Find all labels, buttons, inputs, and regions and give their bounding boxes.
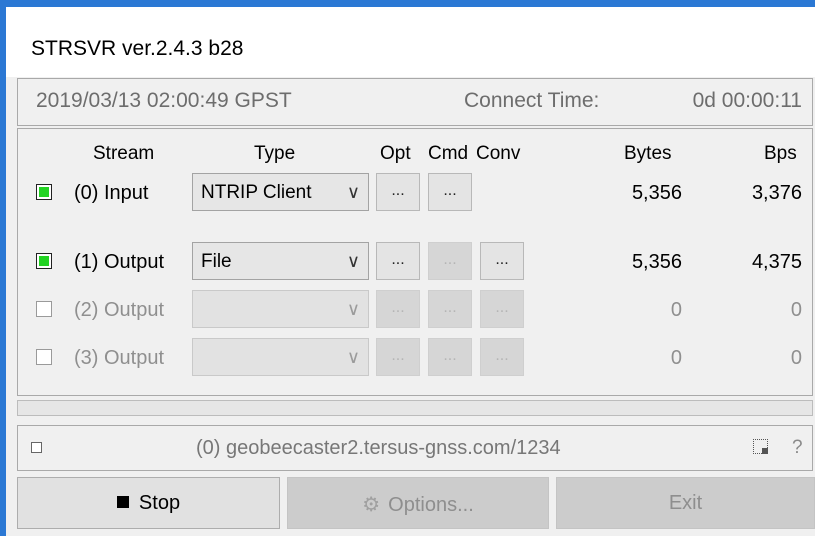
stop-button-label: Stop [138, 492, 181, 514]
chevron-down-icon: ∨ [346, 251, 360, 271]
header-bytes: Bytes [624, 143, 672, 164]
stream-2-cmd-button[interactable]: ... [428, 290, 472, 328]
header-bps: Bps [764, 143, 797, 164]
options-button[interactable]: ⚙ Options... [287, 477, 549, 529]
stream-row-output-2: (2) Output ∨ ... ... ... 0 0 [18, 290, 812, 334]
window-left-border [0, 0, 6, 536]
stream-2-bps: 0 [790, 299, 802, 321]
stream-0-type-value: NTRIP Client [201, 182, 312, 203]
stop-square-icon [116, 496, 129, 508]
stream-monitor-icon[interactable] [753, 439, 768, 454]
chevron-down-icon: ∨ [346, 182, 360, 202]
window-top-border [0, 0, 815, 7]
help-button[interactable]: ? [792, 437, 803, 459]
stream-1-bps: 4,375 [751, 251, 802, 273]
stream-3-cmd-button[interactable]: ... [428, 338, 472, 376]
stream-0-checkbox[interactable] [36, 184, 52, 200]
stream-1-opt-button[interactable]: ... [376, 242, 420, 280]
exit-button[interactable]: Exit [556, 477, 815, 529]
stream-1-checkbox[interactable] [36, 253, 52, 269]
header-cmd: Cmd [428, 143, 469, 164]
stream-2-bytes: 0 [670, 299, 682, 321]
stream-0-opt-button[interactable]: ... [376, 173, 420, 211]
streams-panel: Stream Type Opt Cmd Conv Bytes Bps (0) I… [17, 128, 813, 396]
stream-message: (0) geobeecaster2.tersus-gnss.com/1234 [196, 437, 561, 459]
exit-button-label: Exit [668, 492, 703, 514]
connect-time-label: Connect Time: [464, 89, 600, 112]
header-type: Type [254, 143, 296, 164]
stream-2-label[interactable]: (2) Output [74, 299, 164, 322]
options-button-label: Options... [388, 494, 474, 516]
stream-3-bps: 0 [790, 347, 802, 369]
chevron-down-icon: ∨ [346, 347, 360, 367]
stream-1-conv-button[interactable]: ... [480, 242, 524, 280]
header-stream: Stream [93, 143, 155, 164]
gear-icon: ⚙ [362, 494, 381, 516]
stream-0-label[interactable]: (0) Input [74, 182, 148, 205]
stream-3-bytes: 0 [670, 347, 682, 369]
stream-3-opt-button[interactable]: ... [376, 338, 420, 376]
header-opt: Opt [380, 143, 411, 164]
stream-3-type-select[interactable]: ∨ [192, 338, 369, 376]
title-bar[interactable]: STRSVR ver.2.4.3 b28 [6, 7, 815, 77]
stream-2-checkbox[interactable] [36, 301, 52, 317]
stream-1-type-select[interactable]: File ∨ [192, 242, 369, 280]
stream-1-label[interactable]: (1) Output [74, 251, 164, 274]
stream-0-type-select[interactable]: NTRIP Client ∨ [192, 173, 369, 211]
connect-time-value: 0d 00:00:11 [692, 89, 802, 112]
current-time: 2019/03/13 02:00:49 GPST [36, 89, 292, 112]
stream-3-checkbox[interactable] [36, 349, 52, 365]
stream-row-output-1: (1) Output File ∨ ... ... ... 5,356 4,37… [18, 242, 812, 286]
header-conv: Conv [476, 143, 521, 164]
stream-0-cmd-button[interactable]: ... [428, 173, 472, 211]
stream-row-input-0: (0) Input NTRIP Client ∨ ... ... 5,356 3… [18, 173, 812, 217]
stream-1-type-value: File [201, 251, 232, 272]
stop-button[interactable]: Stop [17, 477, 280, 529]
chevron-down-icon: ∨ [346, 299, 360, 319]
stream-1-bytes: 5,356 [631, 251, 682, 273]
stream-2-conv-button[interactable]: ... [480, 290, 524, 328]
stream-3-conv-button[interactable]: ... [480, 338, 524, 376]
trace-checkbox[interactable] [31, 442, 42, 453]
progress-bar [17, 400, 813, 416]
stream-1-cmd-button[interactable]: ... [428, 242, 472, 280]
window-title: STRSVR ver.2.4.3 b28 [31, 37, 244, 60]
stream-3-label[interactable]: (3) Output [74, 347, 164, 370]
stream-2-type-select[interactable]: ∨ [192, 290, 369, 328]
stream-0-bytes: 5,356 [631, 182, 682, 204]
stream-row-output-3: (3) Output ∨ ... ... ... 0 0 [18, 338, 812, 382]
stream-0-bps: 3,376 [751, 182, 802, 204]
stream-2-opt-button[interactable]: ... [376, 290, 420, 328]
status-panel: 2019/03/13 02:00:49 GPST Connect Time: 0… [17, 78, 813, 126]
message-panel: (0) geobeecaster2.tersus-gnss.com/1234 ? [17, 425, 813, 471]
